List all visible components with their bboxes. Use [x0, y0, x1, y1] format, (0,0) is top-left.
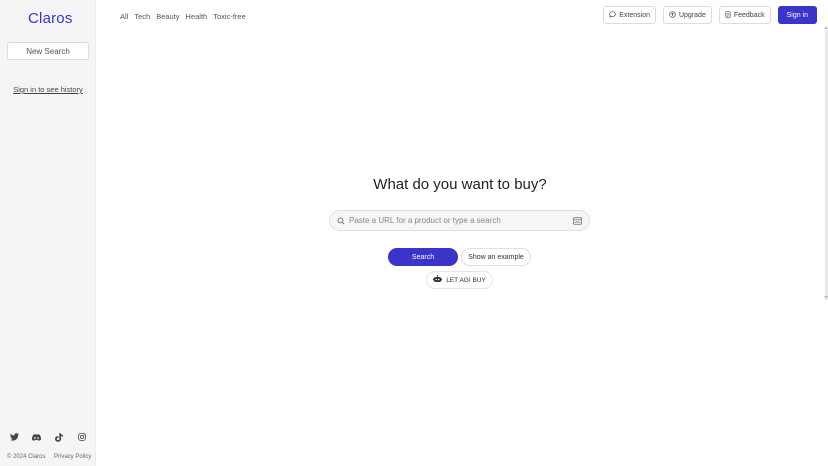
nav-item-toxic-free[interactable]: Toxic-free	[213, 12, 246, 21]
upgrade-icon	[669, 10, 676, 20]
upgrade-label: Upgrade	[678, 11, 706, 19]
page-title: What do you want to buy?	[373, 176, 547, 193]
privacy-policy-link[interactable]: Privacy Policy	[54, 454, 91, 460]
image-upload-icon[interactable]	[573, 216, 582, 225]
social-links	[0, 432, 96, 444]
show-example-button[interactable]: Show an example	[461, 248, 531, 266]
discord-icon[interactable]	[31, 432, 41, 442]
copyright-text: © 2024 Claros	[7, 454, 46, 460]
search-button[interactable]: Search	[388, 248, 458, 266]
extension-label: Extension	[619, 11, 650, 19]
let-agi-buy-button[interactable]: LET AGI BUY	[426, 271, 493, 289]
feedback-label: Feedback	[733, 11, 765, 19]
let-agi-buy-label: LET AGI BUY	[446, 276, 486, 284]
nav-item-beauty[interactable]: Beauty	[156, 12, 179, 21]
header-actions: Extension Upgrade Feedback Sign in	[603, 6, 817, 24]
app-root: Claros New Search Sign in to see history…	[0, 0, 828, 466]
scroll-up-arrow[interactable]	[824, 26, 828, 29]
chat-bubble-icon	[609, 10, 616, 20]
search-icon	[337, 217, 345, 225]
new-search-button[interactable]: New Search	[7, 42, 89, 60]
upgrade-button[interactable]: Upgrade	[662, 6, 712, 24]
nav-item-all[interactable]: All	[120, 12, 128, 21]
extension-button[interactable]: Extension	[603, 6, 656, 24]
twitter-icon[interactable]	[9, 432, 19, 442]
sign-in-button[interactable]: Sign in	[777, 6, 817, 24]
search-input[interactable]	[349, 212, 573, 229]
tiktok-icon[interactable]	[54, 432, 64, 442]
scroll-down-arrow[interactable]	[824, 296, 828, 299]
robot-icon	[433, 275, 443, 285]
feedback-button[interactable]: Feedback	[718, 6, 771, 24]
nav-item-tech[interactable]: Tech	[134, 12, 150, 21]
search-bar	[329, 210, 590, 231]
nav-item-health[interactable]: Health	[186, 12, 208, 21]
sidebar: Claros New Search Sign in to see history…	[0, 0, 96, 466]
logo[interactable]: Claros	[28, 10, 73, 27]
instagram-icon[interactable]	[77, 432, 87, 442]
feedback-icon	[725, 10, 731, 20]
sign-in-history-link[interactable]: Sign in to see history	[0, 85, 96, 94]
category-nav: All Tech Beauty Health Toxic-free	[120, 12, 246, 21]
